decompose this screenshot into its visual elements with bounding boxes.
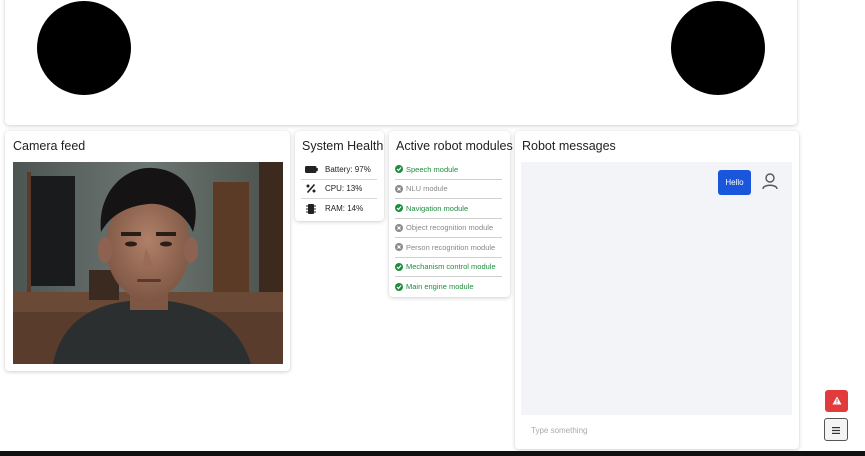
module-item: Main engine module [395,277,502,297]
x-circle-icon [395,184,403,193]
message-bubble: Hello [718,170,751,195]
cpu-label: CPU: 13% [325,184,363,194]
module-label: Person recognition module [406,242,496,252]
battery-icon [301,165,321,173]
health-row-cpu: CPU: 13% [301,180,377,199]
robot-messages-title: Robot messages [522,139,616,153]
cpu-percent-icon [301,184,321,194]
menu-button[interactable] [824,418,848,441]
robot-messages-card: Robot messages Hello [515,131,799,449]
alert-button[interactable] [825,390,848,412]
left-eye [37,1,131,95]
module-label: Main engine module [406,282,474,292]
module-label: Navigation module [406,203,469,213]
robot-face-panel [5,0,797,125]
memory-chip-icon [301,203,321,215]
module-item: Mechanism control module [395,258,502,277]
battery-label: Battery: 97% [325,164,371,174]
system-health-title: System Health [302,139,384,153]
module-item: Object recognition module [395,219,502,238]
ram-label: RAM: 14% [325,204,364,214]
bottom-border [0,451,865,456]
user-avatar-icon [761,172,779,195]
health-row-ram: RAM: 14% [301,199,377,219]
check-circle-icon [395,204,403,213]
module-label: NLU module [406,184,448,194]
warning-triangle-icon [832,392,842,410]
health-row-battery: Battery: 97% [301,160,377,180]
x-circle-icon [395,223,403,232]
check-circle-icon [395,262,403,271]
x-circle-icon [395,243,403,252]
module-item: Speech module [395,160,502,180]
message-input[interactable] [521,416,792,444]
module-item: NLU module [395,180,502,199]
robot-modules-card: Active robot modules Speech module NLU m… [389,131,513,297]
module-item: Navigation module [395,199,502,219]
check-circle-icon [395,165,403,174]
camera-feed-card: Camera feed [5,131,290,371]
module-item: Person recognition module [395,238,502,258]
right-eye [671,1,765,95]
health-list: Battery: 97% CPU: 13% RAM: 14% [301,160,377,219]
module-label: Speech module [406,164,459,174]
camera-feed-title: Camera feed [13,139,86,153]
check-circle-icon [395,282,403,291]
chat-area[interactable]: Hello [521,162,792,415]
system-health-card: System Health Battery: 97% CPU: 13% RAM:… [295,131,384,221]
module-label: Object recognition module [406,223,494,233]
robot-modules-title: Active robot modules [396,139,513,153]
module-label: Mechanism control module [406,262,496,272]
module-list: Speech module NLU module Navigation modu… [395,160,502,297]
camera-feed-image [13,162,283,364]
hamburger-menu-icon [832,421,840,439]
